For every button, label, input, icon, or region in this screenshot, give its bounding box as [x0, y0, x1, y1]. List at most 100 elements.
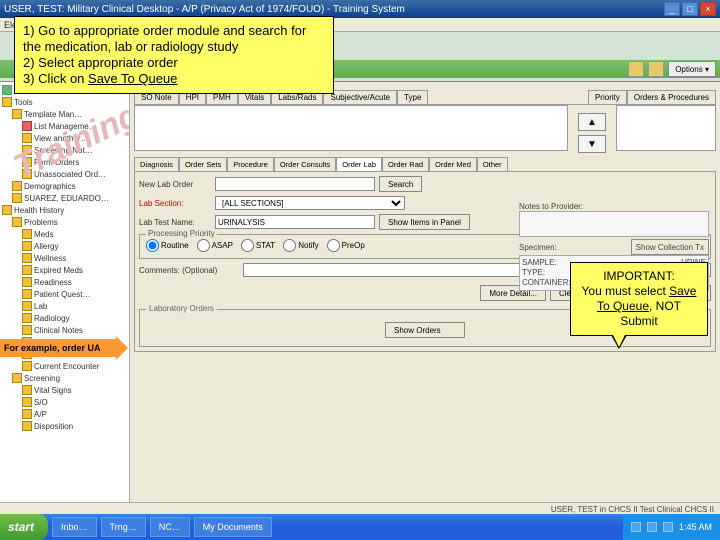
system-tray: 1:45 AM: [623, 514, 720, 540]
search-button[interactable]: Search: [379, 176, 422, 192]
specimen-label: Specimen:: [519, 243, 557, 252]
close-button[interactable]: ×: [700, 2, 716, 16]
tab-order-sets[interactable]: Order Sets: [179, 157, 227, 172]
taskbar-item[interactable]: Trng…: [101, 517, 146, 537]
show-panel-button[interactable]: Show Items in Panel: [379, 214, 470, 230]
priority-down-button[interactable]: ▼: [578, 135, 606, 153]
radio-asap[interactable]: ASAP: [197, 239, 233, 252]
tab-order-lab[interactable]: Order Lab: [336, 157, 382, 172]
tree-item[interactable]: Tools: [2, 96, 129, 108]
tab-other[interactable]: Other: [477, 157, 508, 172]
folder-icon: [22, 385, 32, 395]
tray-icon[interactable]: [631, 522, 641, 532]
radio-preop[interactable]: PreOp: [327, 239, 365, 252]
priority-up-button[interactable]: ▲: [578, 113, 606, 131]
toolbar-icon[interactable]: [648, 61, 664, 77]
tree-item[interactable]: View another…: [2, 132, 129, 144]
taskbar-item[interactable]: My Documents: [194, 517, 272, 537]
taskbar-item[interactable]: NC…: [150, 517, 190, 537]
new-lab-order-label: New Lab Order: [139, 180, 211, 189]
tree-item-label: Patient Quest…: [34, 290, 90, 299]
taskbar: start Inbo… Trng… NC… My Documents 1:45 …: [0, 514, 720, 540]
notes-provider-box[interactable]: [519, 211, 709, 237]
tree-item[interactable]: SUAREZ, EDUARDO…: [2, 192, 129, 204]
tab-order-med[interactable]: Order Med: [429, 157, 477, 172]
tree-item[interactable]: Allergy: [2, 240, 129, 252]
tree-item[interactable]: Form Orders: [2, 156, 129, 168]
folder-icon: [22, 253, 32, 263]
lab-section-select[interactable]: [ALL SECTIONS]: [215, 196, 405, 210]
maximize-button[interactable]: □: [682, 2, 698, 16]
col-orders-procedures: Orders & Procedures: [627, 90, 716, 104]
minimize-button[interactable]: _: [664, 2, 680, 16]
folder-icon: [12, 217, 22, 227]
tree-item-label: Lab: [34, 302, 47, 311]
tree-item[interactable]: Screening: [2, 372, 129, 384]
folder-icon: [2, 85, 12, 95]
lab-test-name-input[interactable]: [215, 215, 375, 229]
tree-item-label: Demographics: [24, 182, 76, 191]
tree-item[interactable]: Problems: [2, 216, 129, 228]
tab[interactable]: Type: [397, 90, 428, 104]
start-button[interactable]: start: [0, 514, 48, 540]
tree-item[interactable]: Lab: [2, 300, 129, 312]
tree-item[interactable]: List Manageme…: [2, 120, 129, 132]
folder-icon: [22, 157, 32, 167]
show-collection-button[interactable]: Show Collection Tx: [631, 239, 709, 255]
tree-item[interactable]: Clinical Notes: [2, 324, 129, 336]
tree-item[interactable]: Health History: [2, 204, 129, 216]
laboratory-orders-label: Laboratory Orders: [146, 304, 217, 313]
tree-item[interactable]: Radiology: [2, 312, 129, 324]
tree-item-label: SUAREZ, EDUARDO…: [24, 194, 109, 203]
tab-diagnosis[interactable]: Diagnosis: [134, 157, 179, 172]
folder-icon: [22, 421, 32, 431]
folder-icon: [22, 277, 32, 287]
tab-procedure[interactable]: Procedure: [227, 157, 274, 172]
tree-item-label: Allergy: [34, 242, 58, 251]
folder-icon: [22, 409, 32, 419]
radio-notify[interactable]: Notify: [283, 239, 318, 252]
radio-stat[interactable]: STAT: [241, 239, 275, 252]
important-text: You must select Save To Queue, NOT Submi…: [579, 284, 699, 329]
lab-test-name-label: Lab Test Name:: [139, 218, 211, 227]
tree-item[interactable]: Demographics: [2, 180, 129, 192]
tree-item[interactable]: Template Man…: [2, 108, 129, 120]
tree-item[interactable]: Unassociated Ord…: [2, 168, 129, 180]
tree-item[interactable]: S/O: [2, 396, 129, 408]
tree-item[interactable]: Current Encounter: [2, 360, 129, 372]
tray-icon[interactable]: [663, 522, 673, 532]
folder-icon: [12, 181, 22, 191]
folder-icon: [22, 229, 32, 239]
tree-item[interactable]: Expired Meds: [2, 264, 129, 276]
tab-order-rad[interactable]: Order Rad: [382, 157, 429, 172]
tree-item[interactable]: Vital Signs: [2, 384, 129, 396]
tree-item[interactable]: Screening Not…: [2, 144, 129, 156]
tree-item[interactable]: Readiness: [2, 276, 129, 288]
folder-icon: [22, 313, 32, 323]
tree-item-label: Health History: [14, 206, 64, 215]
lab-search-input[interactable]: [215, 177, 375, 191]
tree-item[interactable]: Patient Quest…: [2, 288, 129, 300]
tree-item[interactable]: Meds: [2, 228, 129, 240]
tree-item[interactable]: A/P: [2, 408, 129, 420]
callout-tail-icon: [611, 335, 627, 349]
tab-order-consults[interactable]: Order Consults: [274, 157, 336, 172]
tree-item[interactable]: Wellness: [2, 252, 129, 264]
folder-icon: [22, 265, 32, 275]
toolbar-icon[interactable]: [628, 61, 644, 77]
processing-priority-label: Processing Priority: [146, 229, 217, 238]
tree-item-label: Current Encounter: [34, 362, 99, 371]
taskbar-item[interactable]: Inbo…: [52, 517, 97, 537]
tray-icon[interactable]: [647, 522, 657, 532]
tab[interactable]: Subjective/Acute: [323, 90, 397, 104]
tree-item-label: List Manageme…: [34, 122, 97, 131]
status-text: USER, TEST in CHCS II Test Clinical CHCS…: [551, 505, 714, 514]
tree-item-label: Meds: [34, 230, 54, 239]
options-button[interactable]: Options ▾: [668, 61, 716, 77]
folder-icon: [12, 193, 22, 203]
show-orders-button[interactable]: Show Orders: [385, 322, 465, 338]
radio-routine[interactable]: Routine: [146, 239, 189, 252]
important-callout: IMPORTANT: You must select Save To Queue…: [570, 262, 708, 336]
tree-item[interactable]: Disposition: [2, 420, 129, 432]
folder-icon: [22, 289, 32, 299]
